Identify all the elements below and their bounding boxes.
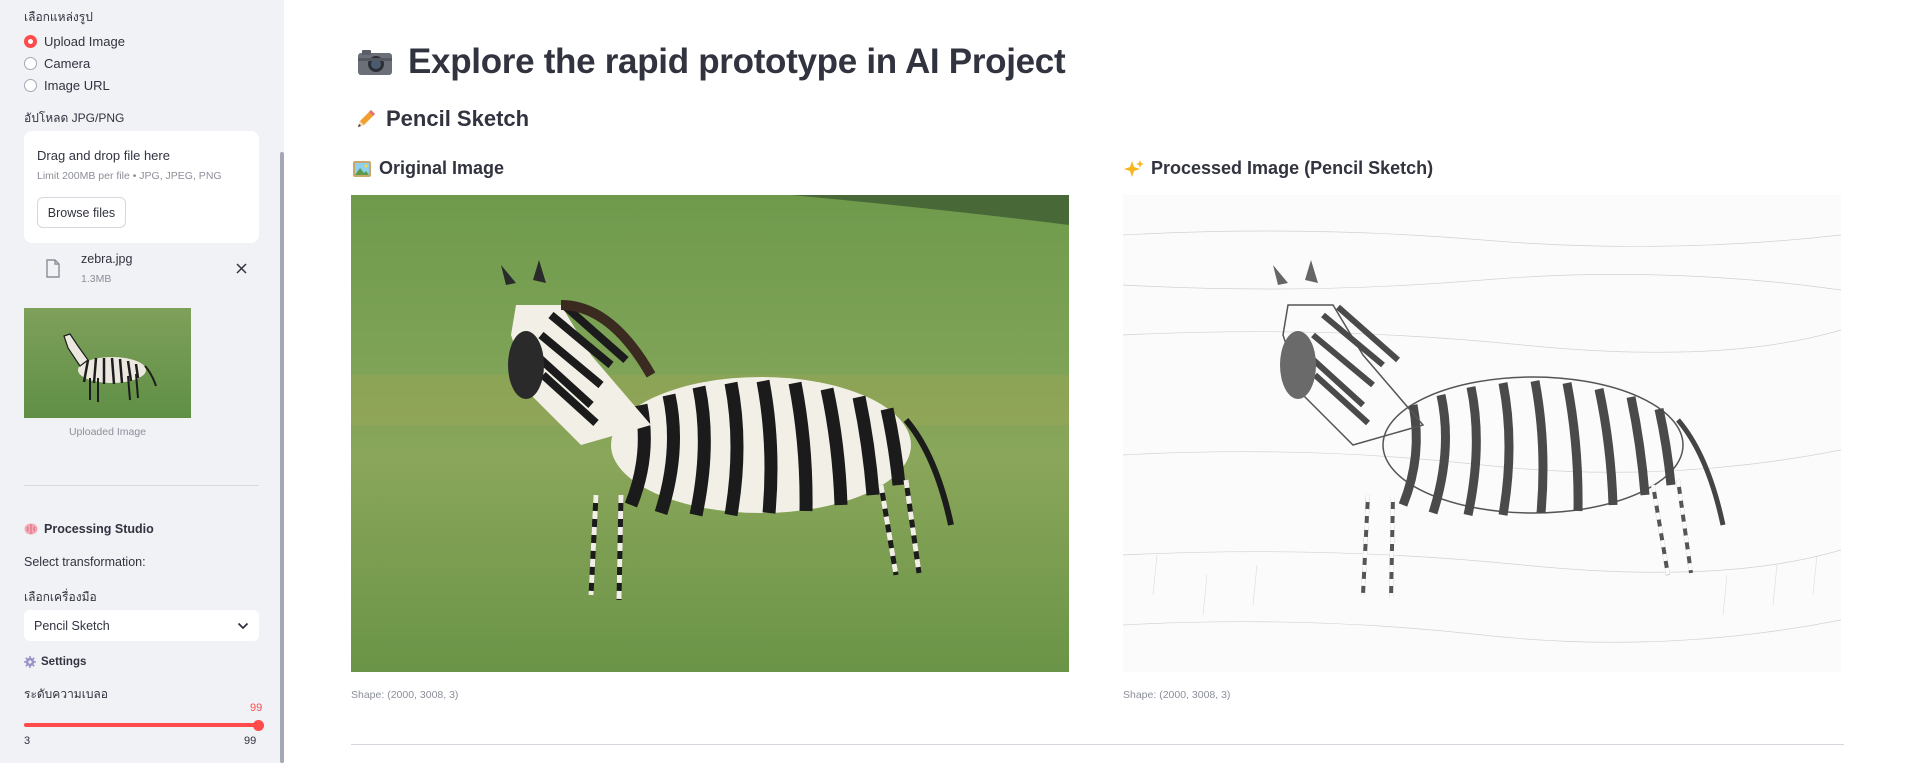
radio-label: Camera [44, 55, 91, 71]
original-image-heading: Original Image [352, 158, 504, 179]
file-icon [46, 259, 60, 278]
slider-max: 99 [244, 735, 257, 747]
radio-button[interactable] [24, 78, 37, 92]
sidebar: เลือกแหล่งรูป Upload Image Camera Image … [0, 0, 284, 763]
select-transformation-label: Select transformation: [24, 555, 146, 569]
dropzone-limit: Limit 200MB per file • JPG, JPEG, PNG [37, 170, 222, 182]
radio-button[interactable] [24, 56, 37, 70]
close-icon[interactable] [230, 257, 252, 279]
sidebar-divider [24, 485, 259, 486]
browse-files-button[interactable]: Browse files [37, 197, 126, 228]
picture-icon [352, 160, 372, 178]
blur-label: ระดับความเบลอ [24, 687, 108, 701]
pencil-icon [354, 107, 378, 131]
slider-track[interactable] [24, 723, 259, 727]
radio-label: Image URL [44, 77, 110, 93]
thumbnail-caption: Uploaded Image [68, 426, 147, 438]
radio-button[interactable] [24, 34, 37, 48]
original-shape-caption: Shape: (2000, 3008, 3) [351, 689, 459, 701]
source-label: เลือกแหล่งรูป [24, 10, 93, 24]
app: เลือกแหล่งรูป Upload Image Camera Image … [0, 0, 1917, 763]
file-name: zebra.jpg [81, 252, 133, 266]
brain-icon [24, 523, 38, 535]
tool-selected-value: Pencil Sketch [34, 618, 110, 633]
settings-heading: Settings [24, 656, 86, 668]
processed-image-heading: Processed Image (Pencil Sketch) [1124, 158, 1433, 179]
file-dropzone[interactable]: Drag and drop file here Limit 200MB per … [24, 131, 259, 243]
processed-shape-caption: Shape: (2000, 3008, 3) [1123, 689, 1231, 701]
dropzone-title: Drag and drop file here [37, 148, 170, 163]
slider-min: 3 [24, 735, 31, 747]
page-title-text: Explore the rapid prototype in AI Projec… [408, 42, 1066, 81]
processing-studio-heading: Processing Studio [24, 522, 154, 536]
radio-label: Upload Image [44, 33, 125, 49]
source-radio-group: Upload Image Camera Image URL [24, 30, 125, 96]
processed-image [1123, 195, 1841, 672]
main-divider [351, 744, 1844, 745]
section-heading-text: Pencil Sketch [386, 106, 530, 131]
camera-icon [356, 47, 394, 77]
sparkles-icon [1124, 159, 1144, 179]
processed-image-title: Processed Image (Pencil Sketch) [1151, 158, 1434, 178]
page-title: Explore the rapid prototype in AI Projec… [356, 42, 1066, 82]
file-size: 1.3MB [81, 273, 112, 285]
slider-value: 99 [250, 702, 263, 714]
gear-icon [24, 656, 36, 668]
slider-handle[interactable] [253, 720, 264, 731]
tool-label: เลือกเครื่องมือ [24, 590, 97, 604]
section-heading-pencil-sketch: Pencil Sketch [354, 106, 529, 132]
original-image [351, 195, 1069, 672]
tool-select[interactable]: Pencil Sketch [24, 610, 259, 641]
original-image-title: Original Image [379, 158, 505, 178]
chevron-down-icon[interactable] [237, 622, 249, 630]
uploaded-image-thumbnail [24, 308, 191, 418]
upload-label: อัปโหลด JPG/PNG [24, 111, 125, 125]
radio-image-url[interactable]: Image URL [24, 74, 125, 96]
settings-title: Settings [41, 656, 87, 668]
slider-fill [24, 723, 259, 727]
radio-upload-image[interactable]: Upload Image [24, 30, 125, 52]
radio-camera[interactable]: Camera [24, 52, 125, 74]
main-content: Explore the rapid prototype in AI Projec… [284, 0, 1917, 763]
processing-studio-title: Processing Studio [44, 522, 154, 536]
uploaded-file-row: zebra.jpg 1.3MB [24, 249, 259, 291]
